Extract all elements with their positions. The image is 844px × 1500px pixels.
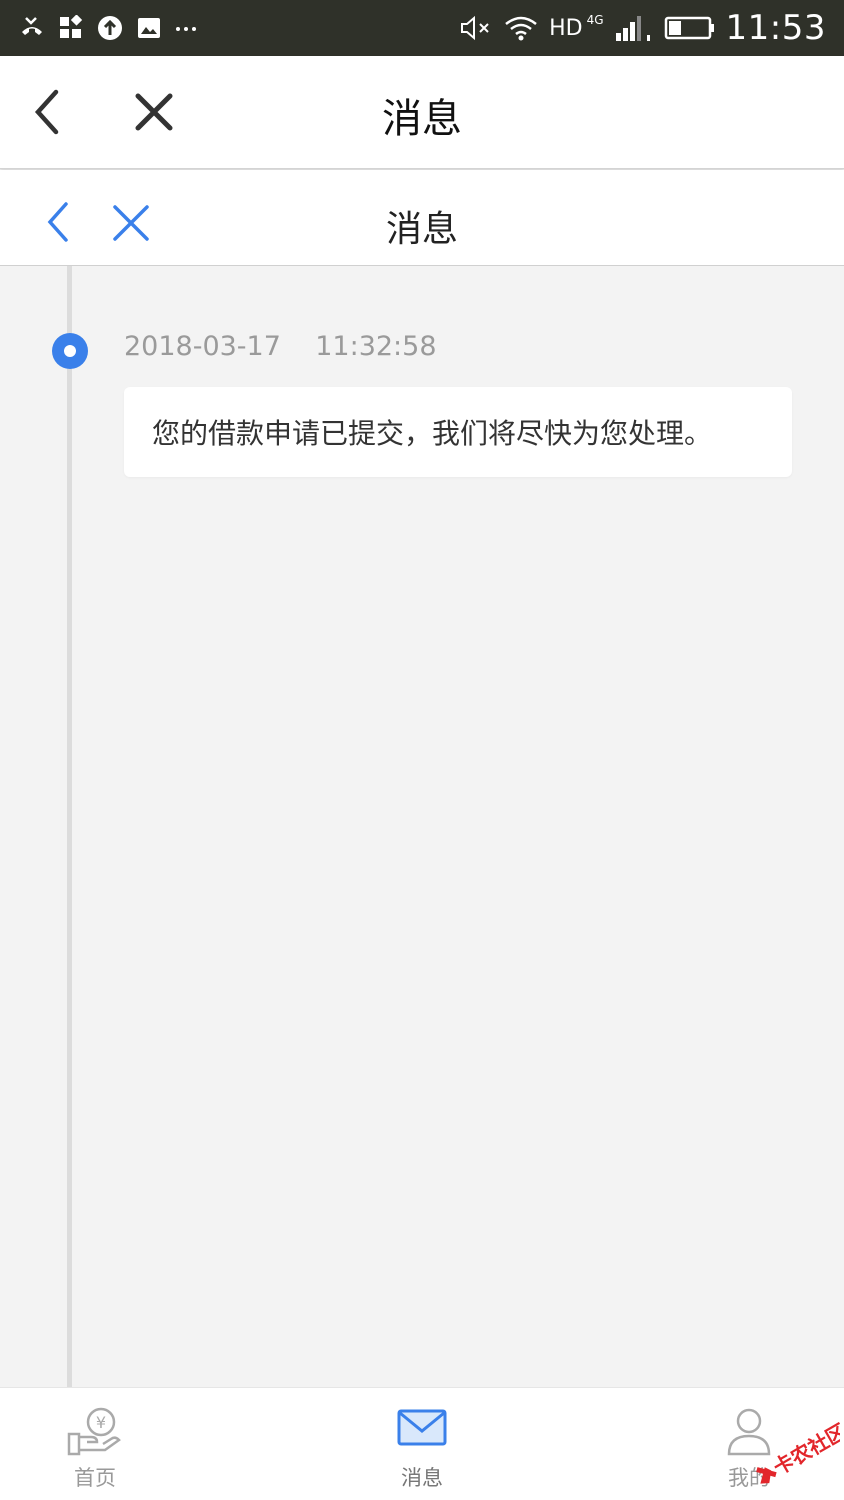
status-bar-left xyxy=(18,12,198,44)
web-page-title: 消息 xyxy=(385,209,458,250)
missed-call-icon xyxy=(18,14,46,42)
envelope-icon xyxy=(397,1406,447,1452)
mute-icon xyxy=(459,13,493,43)
upload-icon xyxy=(96,14,124,42)
message-card[interactable]: 您的借款申请已提交，我们将尽快为您处理。 xyxy=(124,387,792,477)
message-text: 您的借款申请已提交，我们将尽快为您处理。 xyxy=(152,417,713,450)
page-title: 消息 xyxy=(382,96,462,142)
svg-text:¥: ¥ xyxy=(96,1413,106,1432)
status-bar: HD 4G 11:53 xyxy=(0,0,844,56)
svg-text:卡农社区: 卡农社区 xyxy=(769,1419,840,1480)
nav-item-home[interactable]: ¥ 首页 xyxy=(25,1388,165,1500)
hand-coin-icon: ¥ xyxy=(65,1406,125,1462)
bottom-nav: ¥ 首页 消息 我的 xyxy=(0,1387,844,1500)
clock: 11:53 xyxy=(725,8,826,48)
image-icon xyxy=(136,15,162,41)
timeline-dot xyxy=(52,333,88,369)
nav-item-messages[interactable]: 消息 xyxy=(352,1388,492,1500)
timeline-line xyxy=(67,266,72,1387)
hd-indicator: HD xyxy=(549,15,583,41)
app-header: 消息 xyxy=(0,56,844,169)
web-header: 消息 xyxy=(0,170,844,266)
message-timestamp: 2018-03-17 11:32:58 xyxy=(124,331,437,362)
network-type: 4G xyxy=(586,13,604,27)
app-grid-icon xyxy=(58,15,84,41)
wifi-icon xyxy=(503,13,539,43)
battery-icon xyxy=(664,15,716,41)
more-notifications-icon xyxy=(174,15,198,41)
nav-label-home: 首页 xyxy=(74,1466,116,1490)
status-bar-right: HD 4G 11:53 xyxy=(459,8,826,48)
signal-icon xyxy=(614,13,654,43)
nav-label-messages: 消息 xyxy=(401,1466,443,1490)
watermark-logo: 卡农社区 xyxy=(740,1405,844,1495)
